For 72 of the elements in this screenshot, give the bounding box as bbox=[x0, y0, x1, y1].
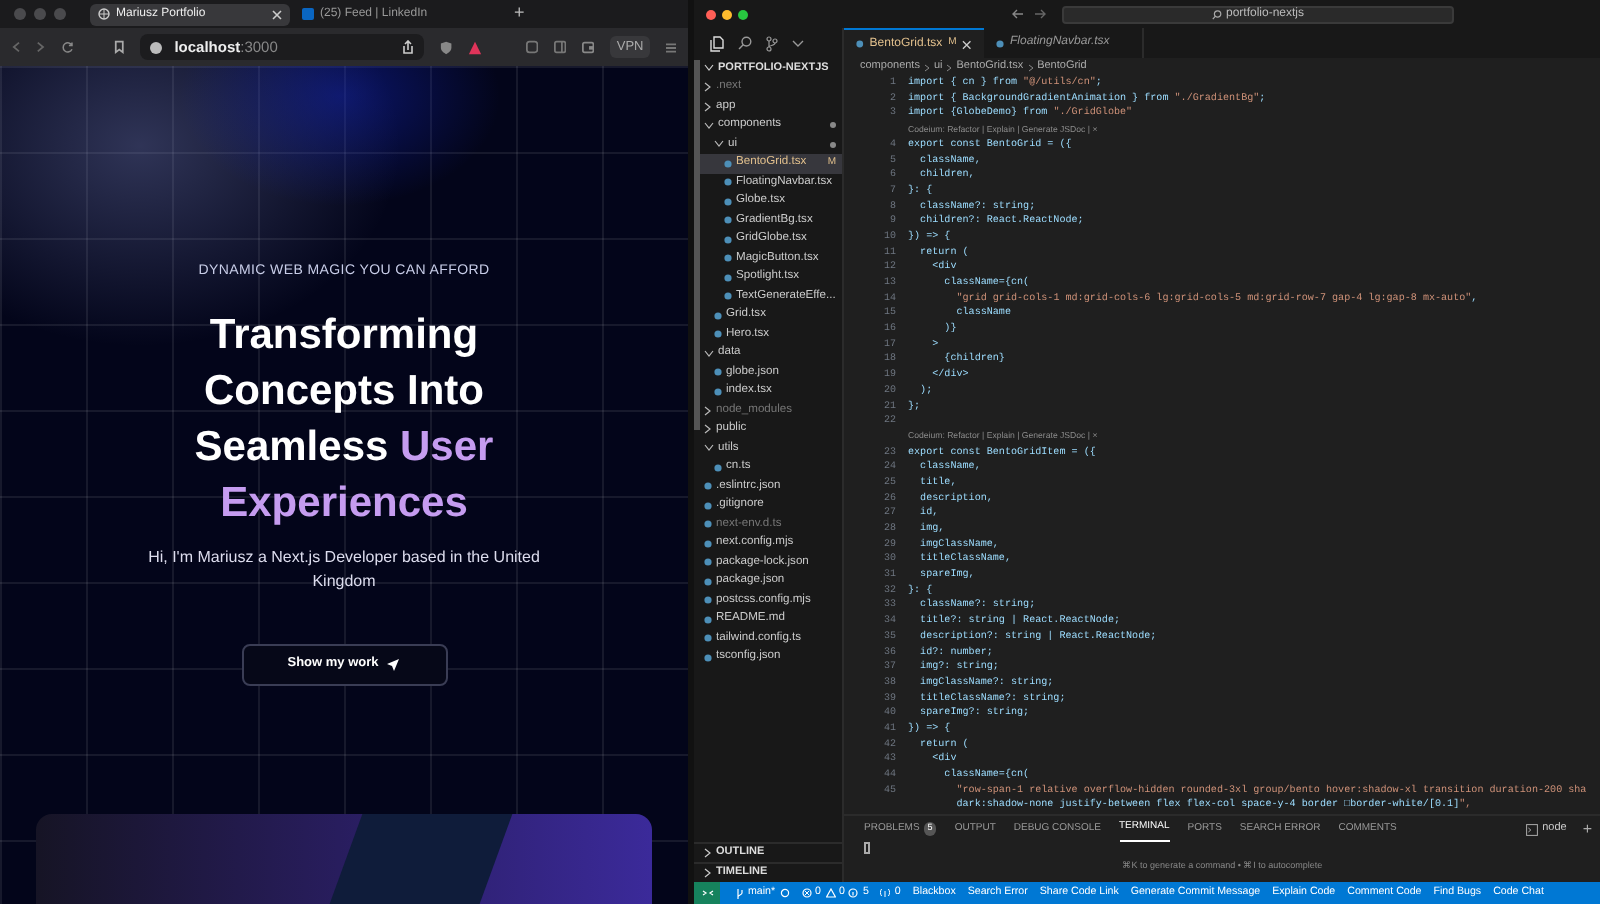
zoom-window-icon[interactable] bbox=[738, 9, 748, 19]
site-info-icon bbox=[150, 41, 163, 53]
back-icon[interactable] bbox=[12, 40, 21, 54]
extension-icon[interactable] bbox=[525, 40, 539, 54]
app-icon bbox=[302, 8, 314, 20]
warning-icon bbox=[825, 888, 835, 898]
file-icon bbox=[704, 634, 712, 643]
explorer-icon[interactable] bbox=[710, 35, 724, 51]
chevron-down-icon[interactable] bbox=[792, 39, 804, 47]
file-icon bbox=[856, 40, 864, 48]
file-icon bbox=[704, 482, 712, 491]
source-control-icon[interactable] bbox=[766, 35, 778, 51]
wallet-icon[interactable] bbox=[582, 40, 595, 54]
sidebar-icon[interactable] bbox=[554, 40, 567, 54]
file-icon bbox=[724, 159, 732, 168]
file-icon bbox=[714, 330, 722, 339]
shield-icon[interactable] bbox=[439, 39, 452, 55]
file-icon bbox=[724, 273, 732, 282]
file-icon bbox=[704, 615, 712, 624]
file-icon bbox=[724, 235, 732, 244]
file-icon bbox=[704, 501, 712, 510]
close-icon[interactable] bbox=[272, 9, 282, 19]
chevron-right-icon bbox=[1027, 63, 1034, 71]
terminal-icon bbox=[1526, 823, 1539, 835]
file-icon bbox=[724, 197, 732, 206]
chevron-down-icon bbox=[704, 349, 714, 358]
minimize-window-icon[interactable] bbox=[722, 9, 732, 19]
file-icon bbox=[724, 292, 732, 301]
file-icon bbox=[704, 520, 712, 529]
chevron-right-icon bbox=[946, 63, 953, 71]
file-icon bbox=[704, 653, 712, 662]
hero-headline: Transforming Concepts Into Seamless User Experiences bbox=[192, 309, 496, 529]
forward-icon[interactable] bbox=[36, 40, 46, 54]
chevron-down-icon[interactable] bbox=[704, 64, 714, 72]
terminal-cursor bbox=[864, 842, 870, 854]
new-terminal-button[interactable]: + bbox=[1582, 817, 1592, 841]
file-icon bbox=[724, 216, 732, 225]
close-window-icon[interactable] bbox=[706, 9, 716, 19]
search-icon bbox=[1211, 9, 1222, 19]
sync-icon bbox=[779, 888, 790, 898]
chevron-right-icon bbox=[923, 63, 930, 71]
file-icon bbox=[714, 387, 722, 396]
share-icon[interactable] bbox=[401, 40, 414, 54]
globe-icon bbox=[98, 8, 110, 20]
antenna-icon bbox=[880, 888, 891, 898]
menu-icon[interactable] bbox=[665, 41, 676, 53]
send-icon bbox=[386, 657, 401, 671]
info-icon bbox=[848, 888, 859, 898]
scrollbar-thumb[interactable] bbox=[694, 60, 700, 430]
file-icon bbox=[704, 558, 712, 567]
triangle-icon[interactable] bbox=[467, 39, 482, 55]
new-tab-button[interactable]: + bbox=[514, 0, 525, 28]
file-icon bbox=[724, 254, 732, 263]
error-icon bbox=[801, 888, 812, 898]
file-icon bbox=[704, 577, 712, 586]
file-icon bbox=[704, 539, 712, 548]
file-icon bbox=[714, 463, 722, 472]
bookmark-icon[interactable] bbox=[113, 40, 125, 54]
file-icon bbox=[724, 178, 732, 187]
file-icon bbox=[704, 596, 712, 605]
reload-icon[interactable] bbox=[61, 40, 74, 54]
remote-icon bbox=[701, 888, 713, 898]
hero-subtitle: Hi, I'm Mariusz a Next.js Developer based in the United Kingdom bbox=[146, 545, 542, 594]
back-icon[interactable] bbox=[1012, 8, 1024, 20]
file-icon bbox=[996, 39, 1004, 47]
branch-icon bbox=[736, 887, 744, 899]
close-icon[interactable] bbox=[962, 39, 972, 49]
file-icon bbox=[714, 368, 722, 377]
chevron-down-icon bbox=[704, 444, 714, 453]
search-icon[interactable] bbox=[738, 36, 752, 50]
forward-icon[interactable] bbox=[1034, 8, 1046, 20]
file-icon bbox=[714, 311, 722, 320]
